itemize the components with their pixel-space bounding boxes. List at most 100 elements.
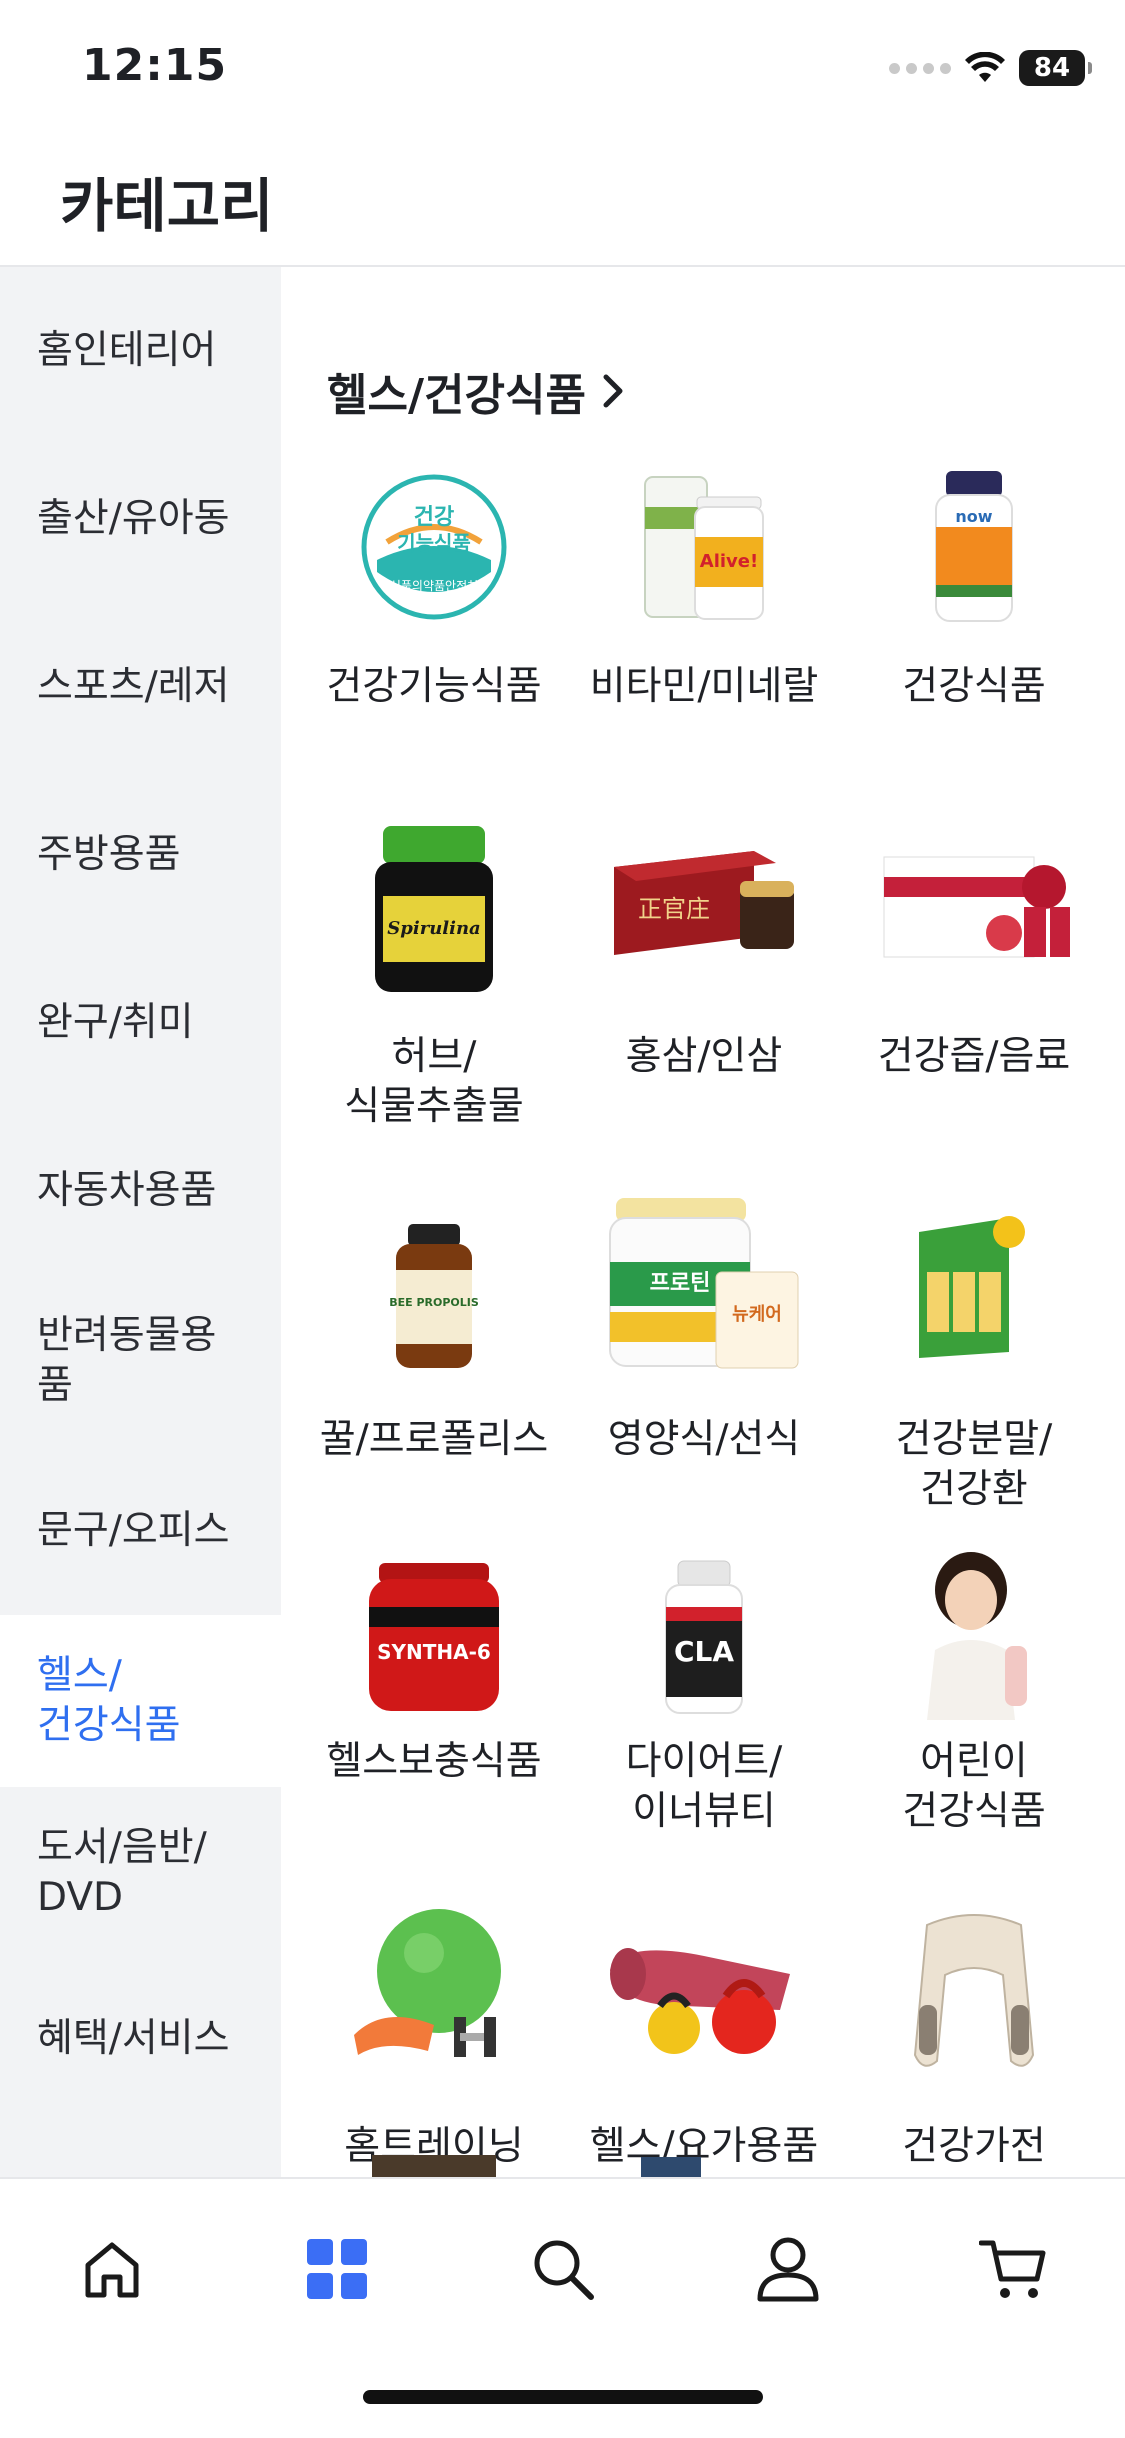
subcategory-item[interactable]: 홈트레이닝 <box>299 1902 569 2177</box>
subcategory-label: 건강기능식품 <box>326 664 542 709</box>
user-icon <box>757 2237 819 2302</box>
tab-my[interactable] <box>728 2219 848 2319</box>
subcategory-item[interactable]: 건강 기능식품 식품의약품안전처 건강기능식품 <box>299 467 569 822</box>
subcategory-item[interactable]: SYNTHA-6 헬스보충식품 <box>299 1547 569 1902</box>
subcategory-label: 홍삼/인삼 <box>625 1034 783 1079</box>
grid-icon <box>307 2239 367 2299</box>
tab-category[interactable] <box>277 2219 397 2319</box>
sidebar-item-label: 자동차용품 <box>37 1168 217 1213</box>
subcategory-label: 허브/ 식물추출물 <box>344 1034 524 1129</box>
sidebar-item-books[interactable]: 도서/음반/ DVD <box>0 1787 281 1959</box>
sidebar-item-label: 혜택/서비스 <box>37 2016 230 2061</box>
svg-text:正官庄: 正官庄 <box>638 895 710 923</box>
subcategory-item[interactable]: Spirulina 허브/ 식물추출물 <box>299 822 569 1177</box>
sidebar-item-sports[interactable]: 스포츠/레저 <box>0 603 281 771</box>
status-indicators: 84 <box>889 46 1092 90</box>
badge-seal-text: 식품의약품안전처 <box>390 578 478 593</box>
sidebar-item-label: 완구/취미 <box>37 1000 194 1045</box>
health-food-badge-icon: 건강 기능식품 식품의약품안전처 <box>354 467 514 627</box>
subcategory-item[interactable]: 어린이 건강식품 <box>839 1547 1109 1902</box>
status-time: 12:15 <box>82 40 228 91</box>
sidebar-item-label: 헬스/ 건강식품 <box>37 1653 181 1748</box>
massager-icon <box>894 1902 1054 2077</box>
subcategory-label: 다이어트/ 이너뷰티 <box>625 1739 783 1834</box>
next-row-thumb <box>641 2157 701 2177</box>
subcategory-label: 건강가전 <box>902 2124 1046 2169</box>
search-icon <box>534 2240 594 2300</box>
section-title: 헬스/건강식품 <box>327 370 586 421</box>
subcategory-item[interactable]: CLA 다이어트/ 이너뷰티 <box>569 1547 839 1902</box>
protein-can-icon: 프로틴 뉴케어 <box>584 1187 824 1377</box>
wifi-icon <box>965 52 1005 82</box>
sidebar-item-label: 주방용품 <box>37 832 181 877</box>
subcategory-grid: 건강 기능식품 식품의약품안전처 건강기능식품 Alive! 비타민/미네랄 n… <box>299 467 1109 2177</box>
sidebar-item-toys[interactable]: 완구/취미 <box>0 939 281 1107</box>
subcategory-item[interactable]: 正官庄 홍삼/인삼 <box>569 822 839 1177</box>
subcategory-label: 건강즙/음료 <box>877 1034 1071 1079</box>
subcategory-label: 꿀/프로폴리스 <box>319 1417 549 1462</box>
sidebar-item-label: 반려동물용 품 <box>37 1313 217 1408</box>
header: 카테고리 <box>0 135 1125 267</box>
battery-level: 84 <box>1033 53 1071 83</box>
tab-search[interactable] <box>503 2219 623 2319</box>
subcategory-label: 비타민/미네랄 <box>589 664 819 709</box>
sidebar-item-label: 홈인테리어 <box>37 328 217 373</box>
brand-text: now <box>955 507 992 526</box>
battery-icon: 84 <box>1019 50 1092 86</box>
home-icon <box>85 2242 139 2298</box>
sidebar-item-home-interior[interactable]: 홈인테리어 <box>0 267 281 435</box>
next-row-thumb <box>372 2155 496 2177</box>
tab-cart[interactable] <box>953 2219 1073 2319</box>
subcategory-item[interactable]: 헬스/요가용품 <box>569 1902 839 2177</box>
subcategory-item[interactable]: 프로틴 뉴케어 영양식/선식 <box>569 1177 839 1547</box>
child-icon <box>894 1547 1054 1722</box>
subcategory-label: 헬스보충식품 <box>326 1739 542 1784</box>
sidebar-item-baby[interactable]: 출산/유아동 <box>0 435 281 603</box>
sidebar-item-car[interactable]: 자동차용품 <box>0 1107 281 1275</box>
gym-ball-icon <box>344 1902 524 2067</box>
subcategory-item[interactable]: Alive! 비타민/미네랄 <box>569 467 839 822</box>
tab-home[interactable] <box>52 2219 172 2319</box>
page-title: 카테고리 <box>60 172 274 240</box>
subcategory-label: 헬스/요가용품 <box>589 2124 819 2169</box>
subcategory-item[interactable]: 건강분말/ 건강환 <box>839 1177 1109 1547</box>
red-ginseng-box-icon: 正官庄 <box>594 822 814 982</box>
vitamin-bottles-icon: Alive! <box>624 467 784 627</box>
subcategory-label: 어린이 건강식품 <box>902 1739 1046 1834</box>
home-indicator <box>363 2390 763 2404</box>
category-content: 헬스/건강식품 건강 기능식품 식품의약품안전처 건강기능식품 Alive! 비… <box>281 267 1125 2177</box>
subcategory-item[interactable]: now 건강식품 <box>839 467 1109 822</box>
juice-pack-icon <box>864 822 1084 982</box>
spirulina-jar-icon: Spirulina <box>354 826 514 992</box>
chevron-right-icon <box>603 374 623 408</box>
cla-bottle-icon: CLA <box>624 1557 784 1717</box>
subcategory-item[interactable]: BEE PROPOLIS 꿀/프로폴리스 <box>299 1177 569 1547</box>
sidebar-item-kitchen[interactable]: 주방용품 <box>0 771 281 939</box>
supplement-bottle-icon: now <box>894 467 1054 627</box>
powder-box-icon <box>894 1207 1054 1367</box>
subcategory-item[interactable]: 건강즙/음료 <box>839 822 1109 1177</box>
sidebar-item-health[interactable]: 헬스/ 건강식품 <box>0 1615 281 1787</box>
yoga-mat-kettlebell-icon <box>594 1902 814 2067</box>
brand-text: Spirulina <box>387 918 480 939</box>
sidebar-item-benefits[interactable]: 혜택/서비스 <box>0 1959 281 2119</box>
cart-icon <box>979 2240 1046 2298</box>
subcategory-label: 건강분말/ 건강환 <box>895 1417 1053 1512</box>
sidebar-item-office[interactable]: 문구/오피스 <box>0 1447 281 1615</box>
subcategory-label: 영양식/선식 <box>607 1417 801 1462</box>
subcategory-label: 건강식품 <box>902 664 1046 709</box>
subcategory-item[interactable]: 건강가전 <box>839 1902 1109 2177</box>
brand-text: Alive! <box>700 551 758 572</box>
brand-text: SYNTHA-6 <box>377 1640 491 1664</box>
sidebar-item-pets[interactable]: 반려동물용 품 <box>0 1275 281 1447</box>
sidebar-item-label: 출산/유아동 <box>37 496 230 541</box>
propolis-bottle-icon: BEE PROPOLIS <box>354 1217 514 1377</box>
sidebar-item-label: 도서/음반/ DVD <box>37 1825 207 1920</box>
section-title-link[interactable]: 헬스/건강식품 <box>327 359 626 423</box>
brand-text: 프로틴 <box>650 1271 711 1296</box>
category-sidebar: 홈인테리어 출산/유아동 스포츠/레저 주방용품 완구/취미 자동차용품 반려동… <box>0 267 281 2177</box>
brand-text: CLA <box>674 1635 734 1668</box>
brand-text-2: 뉴케어 <box>732 1304 782 1325</box>
signal-icon <box>889 62 951 74</box>
sidebar-item-label: 스포츠/레저 <box>37 664 230 709</box>
